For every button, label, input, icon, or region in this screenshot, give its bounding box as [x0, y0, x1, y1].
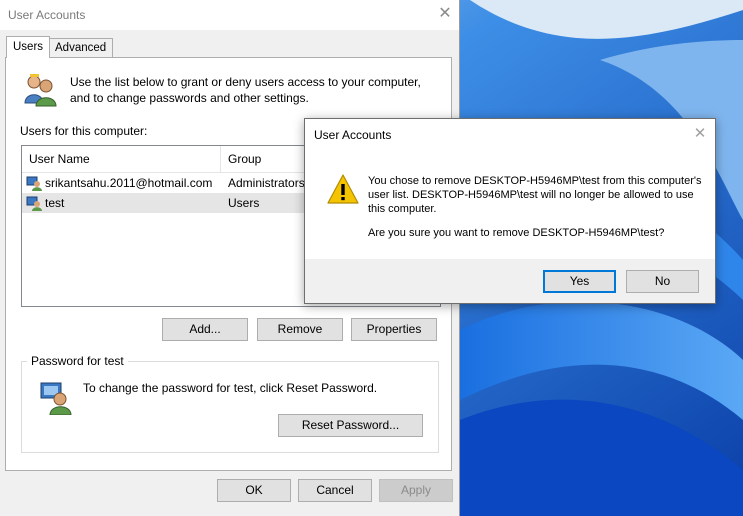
- reset-password-button[interactable]: Reset Password...: [278, 414, 423, 437]
- users-list-label: Users for this computer:: [20, 124, 148, 138]
- users-icon: [24, 74, 57, 107]
- dialog-footer: Yes No: [305, 259, 715, 303]
- password-instruction: To change the password for test, click R…: [83, 381, 378, 395]
- remove-button[interactable]: Remove: [257, 318, 343, 341]
- column-user-name[interactable]: User Name: [22, 146, 221, 172]
- main-titlebar: User Accounts ✕: [0, 0, 459, 30]
- password-groupbox: [21, 361, 439, 453]
- close-icon[interactable]: ✕: [436, 4, 454, 24]
- tab-advanced[interactable]: Advanced: [48, 38, 114, 58]
- user-name-cell: test: [45, 196, 65, 210]
- user-name-cell: srikantsahu.2011@hotmail.com: [45, 176, 213, 190]
- apply-button[interactable]: Apply: [379, 479, 453, 502]
- yes-button[interactable]: Yes: [543, 270, 616, 293]
- no-button[interactable]: No: [626, 270, 699, 293]
- confirm-remove-dialog: User Accounts ✕ You chose to remove DESK…: [304, 118, 716, 304]
- dialog-title: User Accounts: [314, 128, 392, 142]
- warning-icon: [327, 174, 359, 204]
- user-icon: [26, 176, 42, 191]
- cancel-button[interactable]: Cancel: [298, 479, 372, 502]
- intro-text: Use the list below to grant or deny user…: [70, 75, 421, 105]
- user-password-icon: [40, 382, 72, 415]
- password-group-label: Password for test: [27, 354, 128, 368]
- ok-button[interactable]: OK: [217, 479, 291, 502]
- window-title: User Accounts: [8, 8, 86, 22]
- close-icon[interactable]: ✕: [691, 124, 709, 144]
- group-cell: Users: [228, 196, 260, 210]
- properties-button[interactable]: Properties: [351, 318, 437, 341]
- group-cell: Administrators: [228, 176, 305, 190]
- dialog-question: Are you sure you want to remove DESKTOP-…: [368, 227, 665, 239]
- dialog-message: You chose to remove DESKTOP-H5946MP\test…: [368, 175, 702, 215]
- user-icon: [26, 196, 42, 211]
- add-button[interactable]: Add...: [162, 318, 248, 341]
- tab-users[interactable]: Users: [6, 36, 51, 58]
